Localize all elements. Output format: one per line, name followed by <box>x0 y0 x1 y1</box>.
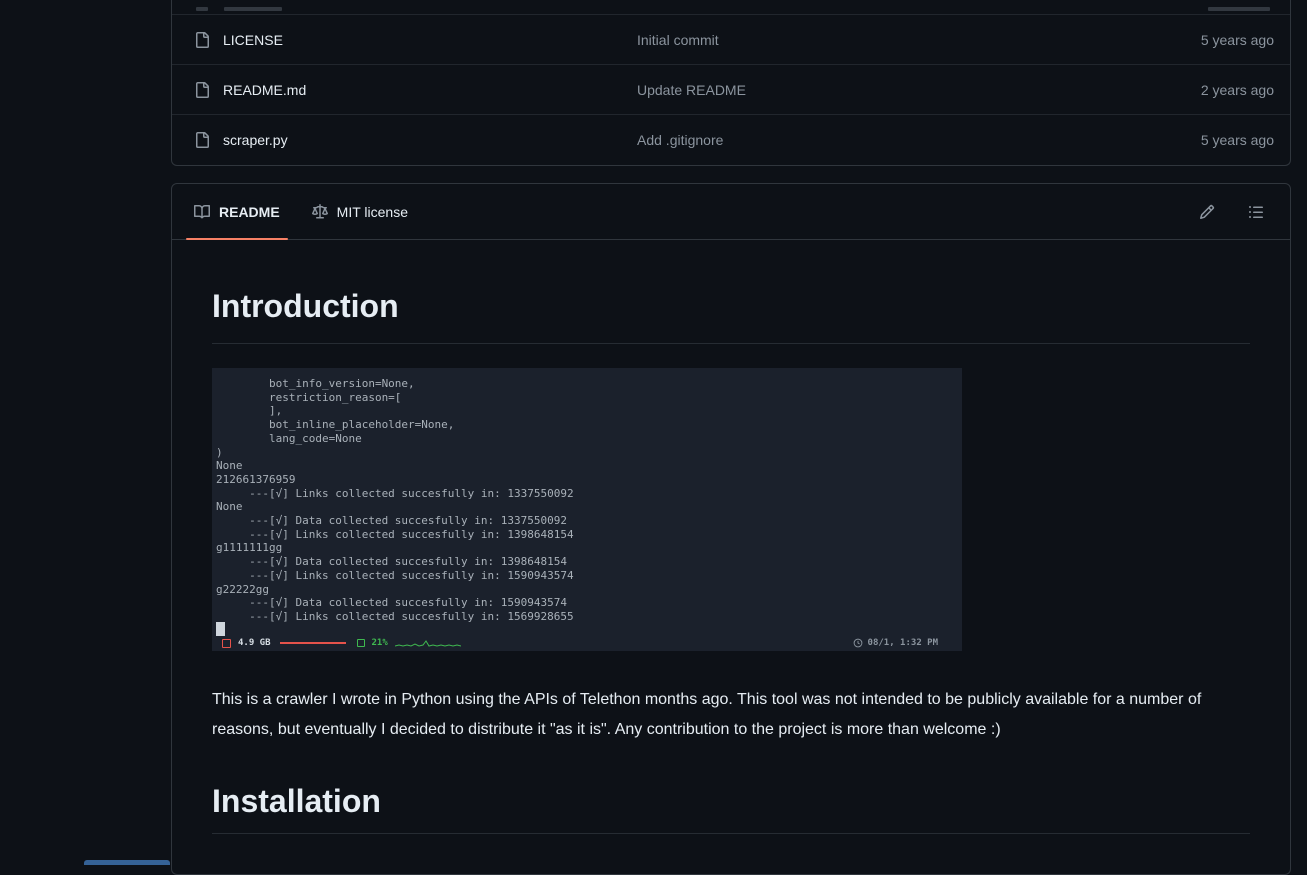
terminal-cursor <box>216 622 225 636</box>
file-list: LICENSE Initial commit 5 years ago READM… <box>171 0 1291 166</box>
tab-readme[interactable]: README <box>178 184 296 239</box>
cpu-icon <box>357 639 365 647</box>
readme-heading-introduction: Introduction <box>212 286 1250 344</box>
clipped-row-fragment <box>1208 7 1270 11</box>
file-icon <box>194 32 210 48</box>
file-icon <box>194 82 210 98</box>
table-row: scraper.py Add .gitignore 5 years ago <box>172 115 1290 165</box>
commit-age: 5 years ago <box>1154 132 1274 148</box>
table-row: LICENSE Initial commit 5 years ago <box>172 15 1290 65</box>
cpu-value: 21% <box>372 638 388 648</box>
terminal-output: bot_info_version=None, restriction_reaso… <box>212 368 962 624</box>
readme-content: Introduction bot_info_version=None, rest… <box>172 240 1290 874</box>
cpu-sparkline <box>395 637 461 649</box>
tab-readme-label: README <box>219 204 280 220</box>
clipped-file-row <box>172 0 1290 15</box>
terminal-clock: 08/1, 1:32 PM <box>853 638 952 648</box>
clipped-row-fragment <box>224 7 282 11</box>
file-name-link[interactable]: scraper.py <box>223 132 637 148</box>
commit-age: 5 years ago <box>1154 32 1274 48</box>
readme-heading-installation: Installation <box>212 781 1250 834</box>
commit-message-link[interactable]: Update README <box>637 82 1154 98</box>
file-name-link[interactable]: README.md <box>223 82 637 98</box>
list-unordered-icon <box>1248 204 1264 220</box>
outline-button[interactable] <box>1240 196 1272 228</box>
table-row: README.md Update README 2 years ago <box>172 65 1290 115</box>
readme-header: README MIT license <box>172 184 1290 240</box>
clipped-element-fragment <box>84 860 170 865</box>
commit-message-link[interactable]: Initial commit <box>637 32 1154 48</box>
law-icon <box>312 204 328 220</box>
edit-readme-button[interactable] <box>1191 196 1223 228</box>
terminal-screenshot-image[interactable]: bot_info_version=None, restriction_reaso… <box>212 368 962 651</box>
memory-icon <box>222 639 231 648</box>
memory-graph <box>280 642 346 644</box>
commit-message-link[interactable]: Add .gitignore <box>637 132 1154 148</box>
memory-value: 4.9 GB <box>238 638 271 648</box>
clipped-row-fragment <box>196 7 208 11</box>
tab-license[interactable]: MIT license <box>296 184 424 239</box>
commit-age: 2 years ago <box>1154 82 1274 98</box>
file-name-link[interactable]: LICENSE <box>223 32 637 48</box>
readme-card: README MIT license Introduction bot_info… <box>171 183 1291 875</box>
terminal-status-bar: 4.9 GB 21% 08/1, 1:32 PM <box>212 635 962 651</box>
readme-paragraph: This is a crawler I wrote in Python usin… <box>212 685 1250 745</box>
book-icon <box>194 204 210 220</box>
readme-header-actions <box>1191 196 1280 228</box>
file-icon <box>194 132 210 148</box>
clock-icon <box>853 638 863 648</box>
repo-page-content: LICENSE Initial commit 5 years ago READM… <box>171 0 1291 875</box>
pencil-icon <box>1199 204 1215 220</box>
tab-license-label: MIT license <box>337 204 408 220</box>
clock-value: 08/1, 1:32 PM <box>868 638 938 648</box>
